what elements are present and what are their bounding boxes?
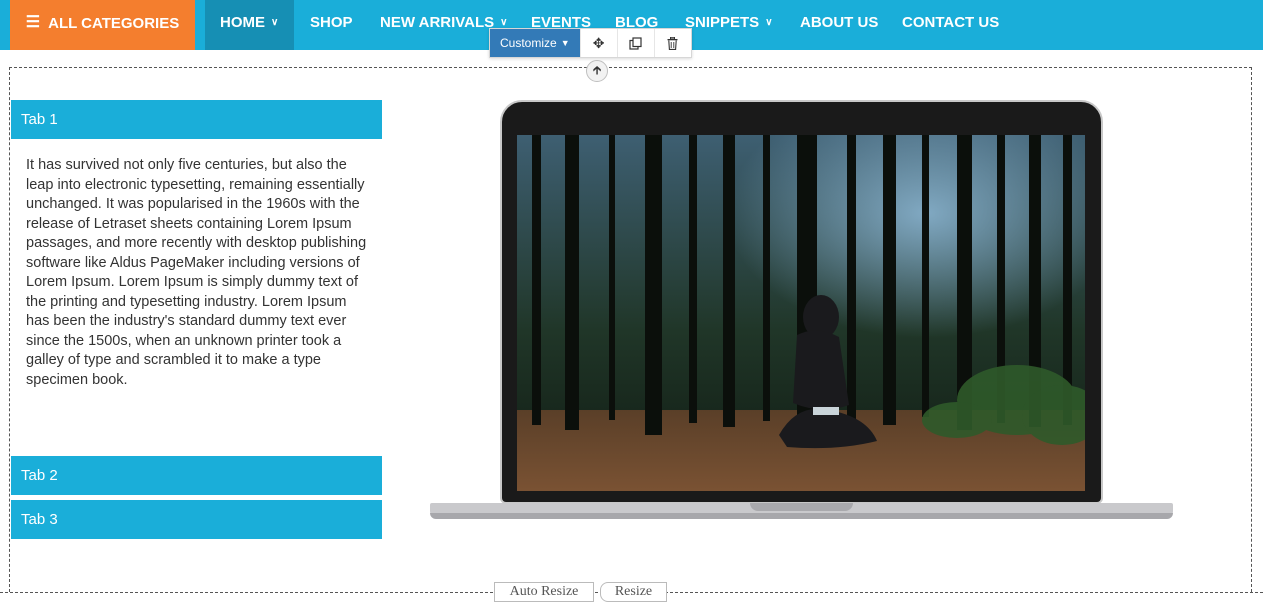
nav-label-about-us: ABOUT US (800, 14, 879, 31)
nav-label-shop: SHOP (310, 14, 353, 31)
list-menu-icon: ☰ (25, 14, 41, 31)
laptop-notch (750, 503, 853, 511)
forest-photo (517, 135, 1085, 491)
tab-1-label: Tab 1 (21, 111, 58, 128)
block-toolbar: Customize ▼ ✥ (489, 28, 692, 58)
nav-label-new-arrivals: NEW ARRIVALS (380, 14, 495, 31)
selection-border-right (1251, 67, 1252, 592)
chevron-down-icon: ∨ (765, 17, 773, 28)
nav-label-home: HOME (220, 14, 265, 31)
tab-3-header[interactable]: Tab 3 (11, 500, 382, 539)
auto-resize-button[interactable]: Auto Resize (494, 582, 594, 602)
nav-item-snippets[interactable]: SNIPPETS ∨ (685, 0, 773, 50)
all-categories-button[interactable]: ☰ ALL CATEGORIES (10, 0, 195, 50)
delete-button[interactable] (653, 29, 691, 57)
nav-item-home[interactable]: HOME ∨ (205, 0, 294, 50)
customize-button[interactable]: Customize ▼ (490, 29, 580, 57)
tab-2-label: Tab 2 (21, 467, 58, 484)
duplicate-button[interactable] (616, 29, 654, 57)
resize-label: Resize (614, 584, 653, 599)
laptop-base-shadow (430, 513, 1173, 519)
all-categories-label: ALL CATEGORIES (48, 14, 180, 32)
nav-item-contact-us[interactable]: CONTACT US (902, 0, 999, 50)
tab-3-label: Tab 3 (21, 511, 58, 528)
move-up-button[interactable]: 🡱 (586, 60, 608, 82)
tab-2-header[interactable]: Tab 2 (11, 456, 382, 495)
chevron-down-icon: ∨ (500, 17, 508, 28)
selection-border-left (9, 67, 10, 592)
nav-item-shop[interactable]: SHOP (310, 0, 353, 50)
nav-item-about-us[interactable]: ABOUT US (800, 0, 878, 50)
nav-label-snippets: SNIPPETS (685, 14, 760, 31)
delete-icon (667, 36, 678, 50)
tab-1-content: It has survived not only five centuries,… (26, 157, 367, 388)
resize-button[interactable]: Resize (600, 582, 667, 602)
chevron-down-icon: ∨ (271, 17, 279, 28)
arrow-up-icon: 🡱 (592, 62, 602, 77)
customize-label: Customize (500, 36, 557, 50)
move-button[interactable]: ✥ (579, 29, 617, 57)
move-icon: ✥ (592, 34, 605, 51)
duplicate-icon (629, 36, 642, 50)
tab-1-header[interactable]: Tab 1 (11, 100, 382, 139)
nav-label-contact-us: CONTACT US (902, 14, 1000, 31)
auto-resize-label: Auto Resize (509, 584, 579, 599)
selection-border-top (9, 67, 1252, 68)
caret-down-icon: ▼ (560, 38, 570, 48)
